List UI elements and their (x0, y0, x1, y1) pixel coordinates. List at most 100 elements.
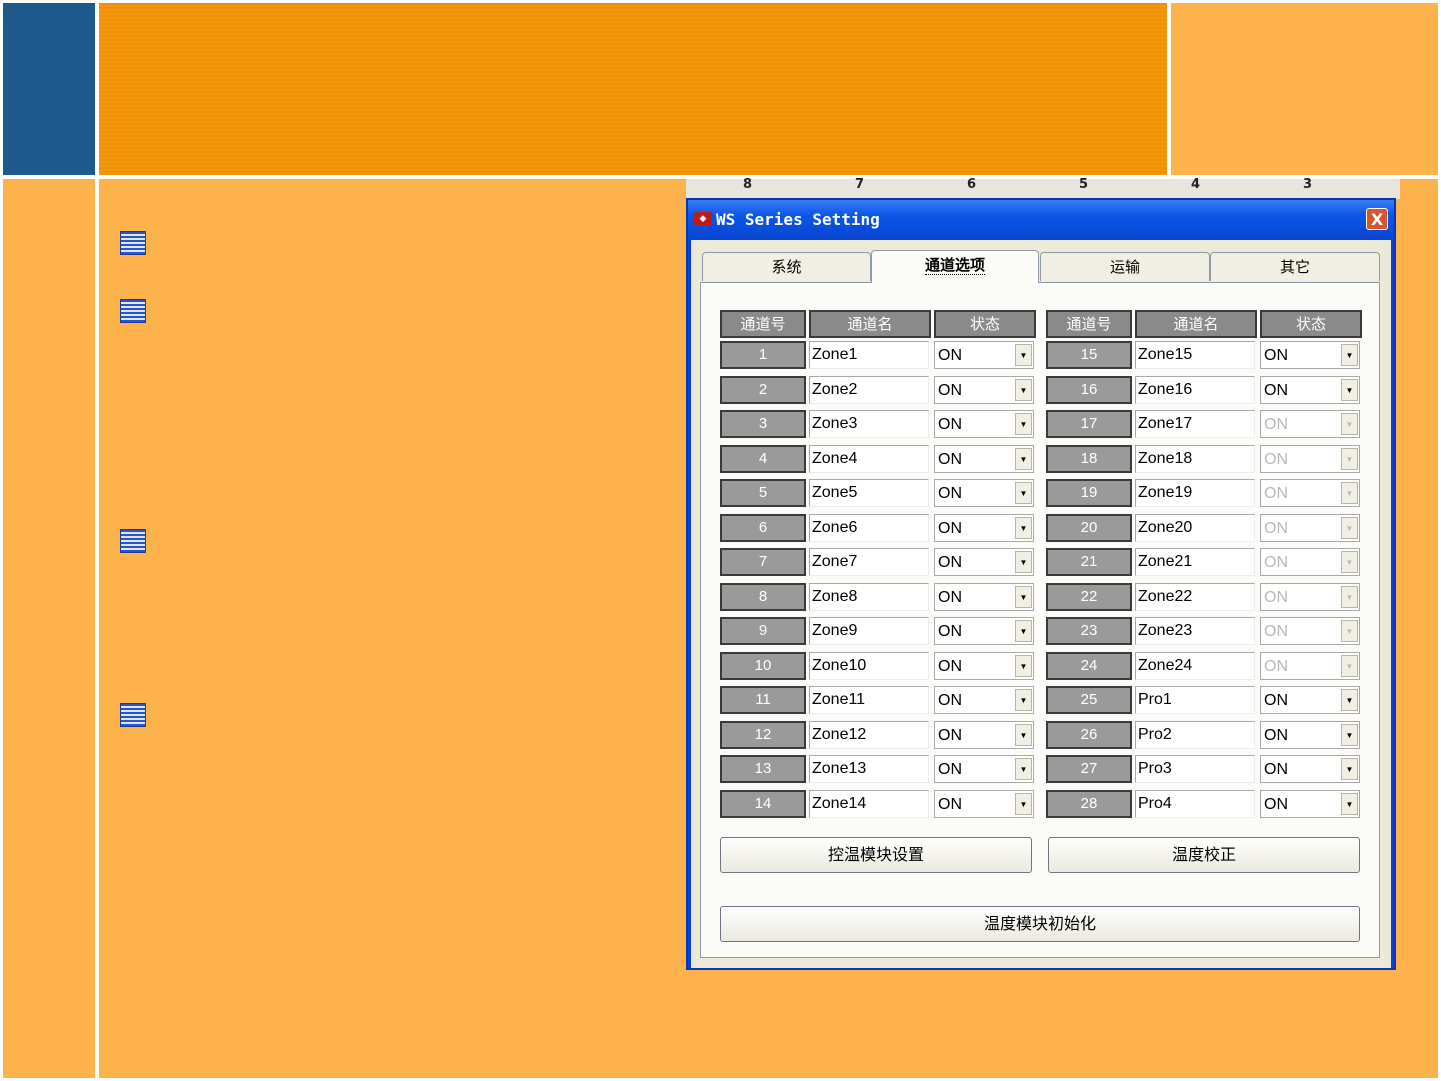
channel-state-value: ON (1264, 623, 1288, 640)
channel-name-input[interactable]: Zone20 (1135, 513, 1255, 542)
dropdown-arrow-icon[interactable]: ▼ (1341, 689, 1358, 711)
temp-module-init-button[interactable]: 温度模块初始化 (720, 906, 1360, 942)
tab-transport[interactable]: 运输 (1040, 252, 1210, 281)
channel-name-input[interactable]: Zone13 (809, 755, 929, 783)
channel-name-input[interactable]: Zone22 (1135, 582, 1255, 611)
dropdown-arrow-icon[interactable]: ▼ (1015, 758, 1032, 780)
axis-label: 5 (1079, 177, 1089, 192)
channel-state-select[interactable]: ON ▼ (934, 686, 1034, 714)
channel-state-select[interactable]: ON ▼ (1260, 720, 1360, 749)
channel-state-select[interactable]: ON ▼ (1260, 375, 1360, 404)
channel-name-input[interactable]: Pro3 (1135, 755, 1255, 783)
dropdown-arrow-icon[interactable]: ▼ (1341, 758, 1358, 780)
channel-name-input[interactable]: Zone5 (809, 479, 929, 507)
channel-state-select[interactable]: ON ▼ (934, 444, 1034, 473)
channel-state-value: ON (938, 519, 962, 537)
channel-state-select[interactable]: ON ▼ (934, 341, 1034, 369)
background-app-axis: 8 7 6 5 4 3 (686, 177, 1400, 199)
channel-name-input[interactable]: Zone10 (809, 651, 929, 680)
channel-name-input[interactable]: Zone24 (1135, 651, 1255, 680)
title-banner (99, 3, 1167, 175)
channel-name-input[interactable]: Pro2 (1135, 720, 1255, 749)
channel-state-select[interactable]: ON ▼ (1260, 755, 1360, 783)
channel-name-input[interactable]: Zone19 (1135, 479, 1255, 507)
channel-number: 7 (720, 548, 806, 576)
tab-system[interactable]: 系统 (702, 252, 871, 281)
channel-state-select[interactable]: ON ▼ (934, 582, 1034, 611)
channel-name-input[interactable]: Zone21 (1135, 548, 1255, 576)
dialog-titlebar[interactable]: ◆ WS Series Setting X (688, 200, 1394, 240)
dropdown-arrow-icon[interactable]: ▼ (1015, 447, 1032, 470)
dropdown-arrow-icon[interactable]: ▼ (1015, 585, 1032, 608)
channel-state-select[interactable]: ON ▼ (934, 755, 1034, 783)
channel-state-select[interactable]: ON ▼ (934, 651, 1034, 680)
dropdown-arrow-icon[interactable]: ▼ (1341, 378, 1358, 401)
channel-state-value: ON (1264, 347, 1288, 364)
channel-state-value: ON (938, 657, 962, 675)
channel-name-input[interactable]: Zone9 (809, 617, 929, 645)
channel-name-input[interactable]: Zone15 (1135, 341, 1255, 369)
channel-name-input[interactable]: Zone18 (1135, 444, 1255, 473)
channel-name-input[interactable]: Zone8 (809, 582, 929, 611)
temp-calibration-button[interactable]: 温度校正 (1048, 837, 1360, 873)
dropdown-arrow-icon[interactable]: ▼ (1015, 689, 1032, 711)
dropdown-arrow-icon[interactable]: ▼ (1015, 551, 1032, 573)
channel-number: 10 (720, 651, 806, 680)
dropdown-arrow-icon[interactable]: ▼ (1341, 792, 1358, 815)
channel-number: 23 (1046, 617, 1132, 645)
left-strip (3, 179, 95, 1078)
channel-number: 12 (720, 720, 806, 749)
dropdown-arrow-icon[interactable]: ▼ (1015, 620, 1032, 642)
channel-number: 25 (1046, 686, 1132, 714)
dropdown-arrow-icon[interactable]: ▼ (1015, 723, 1032, 746)
channel-state-select[interactable]: ON ▼ (1260, 686, 1360, 714)
dropdown-arrow-icon[interactable]: ▼ (1015, 792, 1032, 815)
channel-number: 27 (1046, 755, 1132, 783)
channel-state-select[interactable]: ON ▼ (934, 548, 1034, 576)
channel-name-input[interactable]: Zone2 (809, 375, 929, 404)
close-button[interactable]: X (1366, 208, 1388, 230)
channel-name-input[interactable]: Zone11 (809, 686, 929, 714)
dropdown-arrow-icon[interactable]: ▼ (1341, 723, 1358, 746)
channel-name-input[interactable]: Zone14 (809, 789, 929, 818)
channel-name-input[interactable]: Pro4 (1135, 789, 1255, 818)
channel-name-input[interactable]: Pro1 (1135, 686, 1255, 714)
channel-state-select[interactable]: ON ▼ (934, 617, 1034, 645)
channel-state-select[interactable]: ON ▼ (1260, 789, 1360, 818)
tab-channel-options[interactable]: 通道选项 (871, 250, 1039, 283)
dropdown-arrow-icon[interactable]: ▼ (1015, 482, 1032, 504)
channel-state-select[interactable]: ON ▼ (1260, 341, 1360, 369)
channel-name-input[interactable]: Zone12 (809, 720, 929, 749)
bullet-icon (120, 231, 146, 255)
temp-module-settings-button[interactable]: 控温模块设置 (720, 837, 1032, 873)
top-right-block (1171, 3, 1438, 175)
channel-state-select[interactable]: ON ▼ (934, 375, 1034, 404)
channel-name-input[interactable]: Zone3 (809, 410, 929, 438)
dropdown-arrow-icon[interactable]: ▼ (1015, 378, 1032, 401)
channel-state-value: ON (938, 485, 962, 502)
channel-name-input[interactable]: Zone17 (1135, 410, 1255, 438)
channel-state-select[interactable]: ON ▼ (934, 720, 1034, 749)
channel-name-input[interactable]: Zone16 (1135, 375, 1255, 404)
app-logo-icon: ◆ (694, 212, 712, 226)
channel-state-select[interactable]: ON ▼ (934, 789, 1034, 818)
channel-name-input[interactable]: Zone1 (809, 341, 929, 369)
channel-name-input[interactable]: Zone23 (1135, 617, 1255, 645)
dropdown-arrow-icon: ▼ (1341, 447, 1358, 470)
channel-number: 24 (1046, 651, 1132, 680)
tab-other[interactable]: 其它 (1210, 252, 1380, 281)
channel-state-select[interactable]: ON ▼ (934, 479, 1034, 507)
dropdown-arrow-icon[interactable]: ▼ (1015, 654, 1032, 677)
channel-name-input[interactable]: Zone7 (809, 548, 929, 576)
channel-number: 9 (720, 617, 806, 645)
axis-label: 4 (1191, 177, 1201, 192)
channel-name-input[interactable]: Zone6 (809, 513, 929, 542)
dropdown-arrow-icon[interactable]: ▼ (1341, 344, 1358, 366)
dropdown-arrow-icon[interactable]: ▼ (1015, 344, 1032, 366)
channel-state-select[interactable]: ON ▼ (934, 513, 1034, 542)
dropdown-arrow-icon[interactable]: ▼ (1015, 413, 1032, 435)
channel-state-value: ON (1264, 761, 1288, 778)
dropdown-arrow-icon[interactable]: ▼ (1015, 516, 1032, 539)
channel-state-select[interactable]: ON ▼ (934, 410, 1034, 438)
channel-name-input[interactable]: Zone4 (809, 444, 929, 473)
